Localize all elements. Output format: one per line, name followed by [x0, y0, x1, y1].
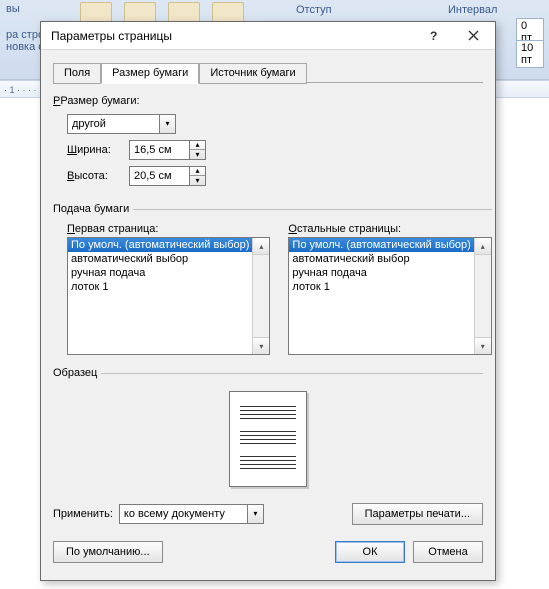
sample-group: Образец	[53, 367, 483, 489]
apply-to-value[interactable]	[119, 504, 247, 524]
list-item[interactable]: ручная подача	[289, 266, 473, 280]
first-page-label-rest: ервая страница:	[75, 223, 159, 235]
height-spin-buttons[interactable]: ▴▾	[189, 166, 206, 186]
defaults-button[interactable]: По умолчанию...	[53, 541, 163, 563]
chevron-down-icon[interactable]: ▾	[159, 114, 176, 134]
paper-size-combo[interactable]: ▾	[67, 114, 176, 134]
list-item[interactable]: лоток 1	[289, 280, 473, 294]
height-label: Высота:	[67, 170, 123, 182]
apply-to-label: Применить:	[53, 508, 113, 520]
svg-text:?: ?	[430, 30, 437, 42]
tab-fields[interactable]: Поля	[53, 63, 101, 84]
width-accel: Ш	[67, 144, 77, 156]
dialog-title: Параметры страницы	[51, 29, 413, 43]
spin-up-icon[interactable]: ▴	[190, 141, 205, 150]
first-page-listbox[interactable]: По умолч. (автоматический выбор) автомат…	[67, 237, 270, 355]
paper-size-label-text: Размер бумаги:	[60, 95, 139, 107]
list-item[interactable]: По умолч. (автоматический выбор)	[68, 238, 252, 252]
width-input[interactable]	[129, 140, 189, 160]
chevron-down-icon[interactable]: ▾	[247, 504, 264, 524]
print-options-button[interactable]: Параметры печати...	[352, 503, 483, 525]
sample-legend: Образец	[53, 367, 101, 379]
tab-strip: Поля Размер бумаги Источник бумаги	[53, 62, 483, 83]
paper-feed-group: Подача бумаги Первая страница: По умолч.…	[53, 203, 492, 355]
width-spinner[interactable]: ▴▾	[129, 140, 206, 160]
scroll-down-icon[interactable]: ▾	[475, 337, 491, 354]
scrollbar[interactable]: ▴ ▾	[474, 238, 491, 354]
close-button[interactable]	[453, 23, 493, 49]
width-label: Ширина:	[67, 144, 123, 156]
paper-feed-legend: Подача бумаги	[53, 203, 133, 215]
first-page-label: Первая страница:	[67, 223, 270, 235]
dialog-buttons-row: По умолчанию... ОК Отмена	[53, 541, 483, 563]
tab-paper-size[interactable]: Размер бумаги	[101, 63, 199, 84]
other-pages-column: Остальные страницы: По умолч. (автоматич…	[288, 223, 491, 355]
other-pages-label: Остальные страницы:	[288, 223, 491, 235]
list-item[interactable]: автоматический выбор	[68, 252, 252, 266]
page-preview	[229, 391, 307, 487]
tab-baseline	[307, 82, 483, 83]
dialog-titlebar[interactable]: Параметры страницы ?	[41, 22, 495, 50]
dialog-body: Поля Размер бумаги Источник бумаги РРазм…	[41, 50, 495, 580]
width-spin-buttons[interactable]: ▴▾	[189, 140, 206, 160]
ribbon-value-2[interactable]: 10 пт	[516, 40, 544, 68]
spin-up-icon[interactable]: ▴	[190, 167, 205, 176]
height-label-rest: ысота:	[74, 170, 108, 182]
height-input[interactable]	[129, 166, 189, 186]
other-pages-label-rest: стальные страницы:	[297, 223, 401, 235]
first-page-accel: П	[67, 223, 75, 235]
spin-down-icon[interactable]: ▾	[190, 150, 205, 159]
width-label-rest: ирина:	[77, 144, 111, 156]
help-button[interactable]: ?	[413, 23, 453, 49]
scroll-down-icon[interactable]: ▾	[253, 337, 269, 354]
list-item[interactable]: лоток 1	[68, 280, 252, 294]
list-item[interactable]: ручная подача	[68, 266, 252, 280]
apply-row: Применить: ▾ Параметры печати...	[53, 503, 483, 525]
list-item[interactable]: автоматический выбор	[289, 252, 473, 266]
paper-size-label: РРазмер бумаги:	[53, 95, 483, 107]
tab-paper-source[interactable]: Источник бумаги	[199, 63, 306, 84]
ribbon-group-indent: Отступ	[296, 4, 332, 16]
scroll-up-icon[interactable]: ▴	[253, 238, 269, 255]
apply-to-combo[interactable]: ▾	[119, 504, 264, 524]
list-item[interactable]: По умолч. (автоматический выбор)	[289, 238, 473, 252]
page-setup-dialog: Параметры страницы ? Поля Размер бумаги …	[40, 21, 496, 581]
first-page-column: Первая страница: По умолч. (автоматическ…	[67, 223, 270, 355]
other-pages-accel: О	[288, 223, 297, 235]
ok-button[interactable]: ОК	[335, 541, 405, 563]
spin-down-icon[interactable]: ▾	[190, 176, 205, 185]
ribbon-frag-1: вы	[6, 3, 55, 15]
scroll-up-icon[interactable]: ▴	[475, 238, 491, 255]
paper-size-value[interactable]	[67, 114, 159, 134]
cancel-button[interactable]: Отмена	[413, 541, 483, 563]
scrollbar[interactable]: ▴ ▾	[252, 238, 269, 354]
other-pages-listbox[interactable]: По умолч. (автоматический выбор) автомат…	[288, 237, 491, 355]
ribbon-group-spacing: Интервал	[448, 4, 497, 16]
height-spinner[interactable]: ▴▾	[129, 166, 206, 186]
